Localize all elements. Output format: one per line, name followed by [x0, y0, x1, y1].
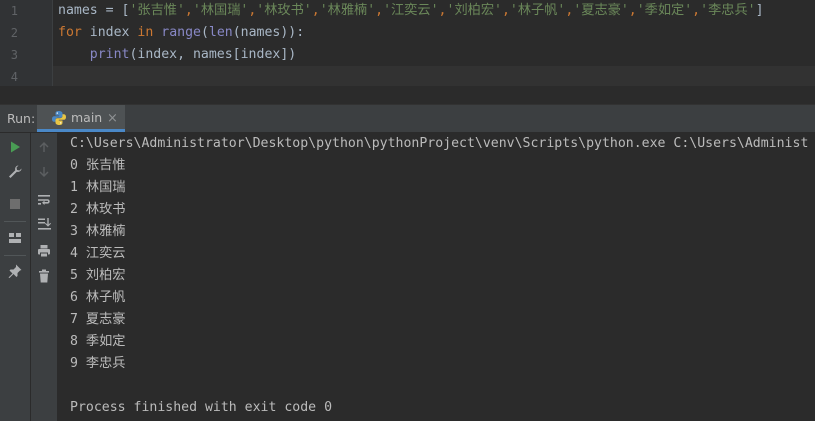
assign-operator: = [: [97, 3, 130, 18]
toolbar-separator: [4, 255, 26, 256]
line-number: 2: [10, 26, 18, 40]
console-output-line: 0 张吉惟: [70, 158, 126, 173]
len-args: (names)):: [232, 25, 305, 40]
comma: ,: [438, 3, 447, 18]
wrench-icon[interactable]: [7, 164, 23, 180]
string-literal: '夏志豪': [573, 3, 629, 18]
exit-message: Process finished with exit code 0: [70, 400, 333, 415]
up-arrow-icon[interactable]: [36, 139, 52, 155]
run-tab-label: main: [71, 110, 103, 125]
comma: ,: [311, 3, 320, 18]
pin-icon[interactable]: [7, 263, 23, 279]
print-builtin: print: [89, 47, 130, 62]
names-variable: names: [58, 3, 98, 18]
run-tool-window-header: Run: main ×: [0, 105, 815, 133]
line-number: 4: [10, 70, 18, 84]
console-output-line: 3 林雅楠: [70, 224, 126, 239]
range-builtin: range: [161, 25, 201, 40]
code-editor[interactable]: 1 2 3 4 names = ['张吉惟','林国瑞','林玫书','林雅楠'…: [0, 0, 815, 86]
python-icon: [51, 110, 67, 126]
console-output-line: 4 江奕云: [70, 246, 126, 261]
for-keyword: for: [58, 25, 82, 40]
editor-splitter[interactable]: [0, 86, 815, 105]
string-literal: '林雅楠': [319, 3, 376, 18]
console-output-line: 7 夏志豪: [70, 312, 126, 327]
string-literal: '季如定': [636, 3, 693, 18]
run-label: Run:: [7, 111, 36, 126]
stop-icon[interactable]: [7, 196, 23, 212]
line-number: 1: [10, 4, 18, 18]
close-bracket: ]: [755, 3, 764, 18]
console-output-line: 9 李忠兵: [70, 356, 126, 371]
string-literal: '刘柏宏': [446, 3, 502, 18]
in-keyword: in: [137, 25, 154, 40]
print-args: (index, names[index]): [129, 47, 297, 62]
close-tab-icon[interactable]: ×: [107, 105, 118, 132]
print-icon[interactable]: [36, 243, 52, 259]
comma: ,: [692, 3, 701, 18]
run-toolbar-secondary: [31, 133, 58, 421]
code-line-3[interactable]: print(index, names[index]): [58, 44, 296, 66]
soft-wrap-icon[interactable]: [36, 192, 52, 208]
down-arrow-icon[interactable]: [36, 164, 52, 180]
comma: ,: [501, 3, 510, 18]
comma: ,: [628, 3, 637, 18]
console-command-line: C:\Users\Administrator\Desktop\python\py…: [70, 136, 809, 151]
string-literal: '林子帆': [509, 3, 566, 18]
console-output-line: 5 刘柏宏: [70, 268, 126, 283]
comma: ,: [184, 3, 193, 18]
console-output-line: 1 林国瑞: [70, 180, 126, 195]
comma: ,: [375, 3, 384, 18]
string-literal: '张吉惟': [129, 3, 185, 18]
code-line-4[interactable]: [53, 66, 815, 86]
console-output-line: 2 林玫书: [70, 202, 126, 217]
paren-open: (: [200, 25, 209, 40]
line-number-gutter: 1 2 3 4: [0, 0, 53, 86]
string-literal: '李忠兵': [700, 3, 756, 18]
string-literal: '林玫书': [256, 3, 312, 18]
index-variable: index: [81, 25, 138, 40]
console-output-line: 8 季如定: [70, 334, 126, 349]
string-literal: '江奕云': [383, 3, 439, 18]
code-line-2[interactable]: for index in range(len(names)):: [58, 22, 304, 44]
line-number: 3: [10, 48, 18, 62]
toolbar-separator: [4, 221, 26, 222]
console-output[interactable]: C:\Users\Administrator\Desktop\python\py…: [58, 133, 815, 421]
run-icon[interactable]: [7, 139, 23, 155]
scroll-to-end-icon[interactable]: [36, 216, 52, 232]
string-literal: '林国瑞': [192, 3, 249, 18]
run-toolbar-primary: [0, 133, 31, 421]
trash-icon[interactable]: [36, 268, 52, 284]
code-line-1[interactable]: names = ['张吉惟','林国瑞','林玫书','林雅楠','江奕云','…: [58, 0, 764, 22]
len-builtin: len: [208, 25, 233, 40]
layout-icon[interactable]: [7, 230, 23, 246]
console-output-line: 6 林子帆: [70, 290, 126, 305]
